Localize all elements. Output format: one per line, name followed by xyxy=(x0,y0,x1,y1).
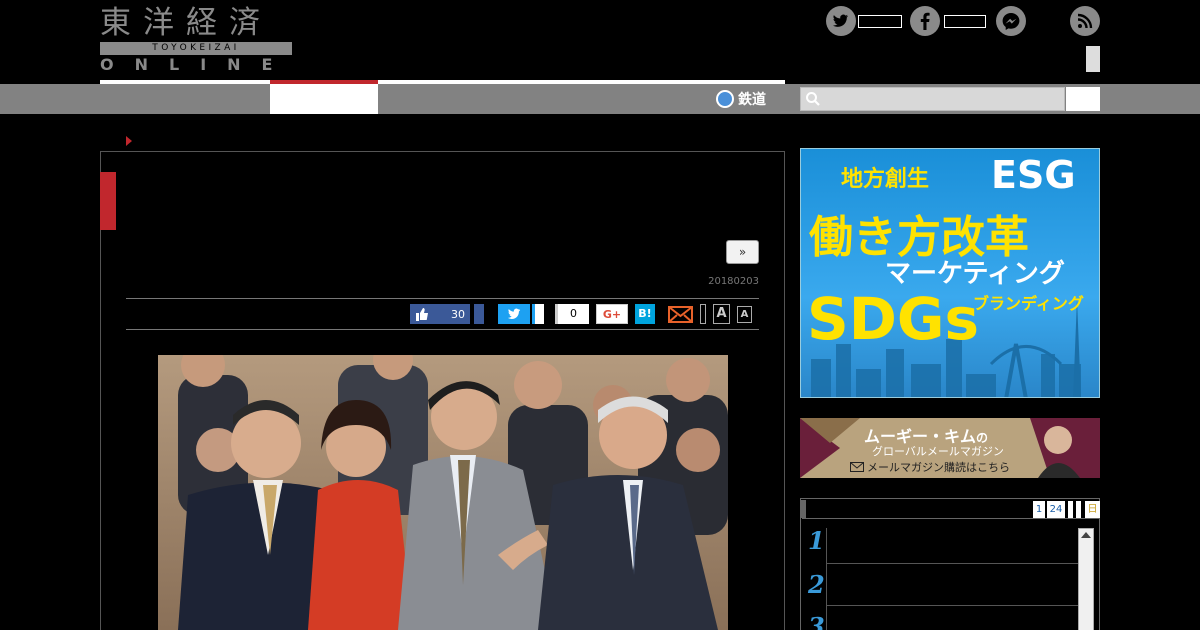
ranking-separator xyxy=(826,528,827,630)
logo-online: ONLINE xyxy=(100,55,294,74)
envelope-icon xyxy=(850,462,864,472)
ad-text-1: 地方創生 xyxy=(841,167,930,192)
ranking-tab-24[interactable]: 24 xyxy=(1047,501,1065,518)
rss-icon xyxy=(1070,6,1100,36)
ad-text-6: ブランディング xyxy=(973,294,1084,313)
ranking-number-3: 3 xyxy=(808,612,825,630)
search-icon xyxy=(806,92,820,106)
ranking-row-rule xyxy=(826,563,1078,564)
google-plus-button[interactable]: G+ xyxy=(596,304,628,324)
facebook-count xyxy=(944,15,986,28)
ranking-tab-3[interactable] xyxy=(1068,501,1073,518)
site-logo[interactable]: 東洋経済 TOYOKEIZAI ONLINE xyxy=(100,5,292,73)
ranking-header-rule xyxy=(802,518,1100,519)
facebook-like-button[interactable]: 30 xyxy=(410,304,470,324)
ad2-subtitle: グローバルメールマガジン xyxy=(872,445,1004,458)
print-button[interactable] xyxy=(700,304,706,324)
facebook-icon xyxy=(910,6,940,36)
messenger-icon xyxy=(996,6,1026,36)
ad-text-5: SDGs xyxy=(807,285,980,353)
newsletter-ad-banner[interactable]: ムーギー・キムの グローバルメールマガジン メールマガジン購読はこちら xyxy=(800,418,1100,478)
header-menu-button[interactable] xyxy=(1086,46,1100,72)
ranking-tab-4[interactable] xyxy=(1076,501,1081,518)
article-photo xyxy=(158,355,728,630)
pocket-count: 0 xyxy=(555,304,589,324)
nav-tab-active[interactable] xyxy=(270,84,378,114)
divider xyxy=(126,329,759,330)
search-input[interactable] xyxy=(800,87,1065,111)
hatena-bookmark-button[interactable]: B! xyxy=(635,304,655,324)
thumbs-up-icon xyxy=(416,307,428,321)
like-count: 30 xyxy=(451,307,465,321)
twitter-icon xyxy=(826,6,856,36)
twitter-icon xyxy=(507,308,521,319)
article-date: 20180203 xyxy=(708,276,759,287)
title-accent-bar xyxy=(100,172,116,230)
divider xyxy=(126,298,759,299)
ranking-number-1: 1 xyxy=(808,526,825,555)
nav-link-rail[interactable]: 鉄道 xyxy=(716,87,766,111)
nav-rail-label: 鉄道 xyxy=(738,92,766,108)
ad-text-2: ESG xyxy=(991,153,1076,197)
ranking-number-2: 2 xyxy=(808,570,825,599)
ranking-tab-1[interactable]: 1 xyxy=(1033,501,1045,518)
facebook-share-count xyxy=(474,304,484,324)
ad2-cta-label: メールマガジン購読はこちら xyxy=(867,461,1010,474)
ranking-scrollbar[interactable] xyxy=(1078,528,1094,630)
twitter-share-count xyxy=(532,304,544,324)
sidebar-ad-banner[interactable]: 地方創生 ESG 働き方改革 マーケティング SDGs ブランディング xyxy=(800,148,1100,398)
scroll-up-icon[interactable] xyxy=(1081,532,1091,538)
ad2-cta: メールマガジン購読はこちら xyxy=(850,459,1010,475)
breadcrumb-arrow-icon xyxy=(126,136,132,146)
series-more-button[interactable]: » xyxy=(726,240,759,264)
mail-icon xyxy=(668,306,693,323)
mail-share-button[interactable] xyxy=(668,304,693,324)
twitter-count xyxy=(858,15,902,28)
ranking-tab-last[interactable]: 日 xyxy=(1085,501,1100,518)
logo-romaji: TOYOKEIZAI xyxy=(100,42,292,55)
twitter-share-button[interactable] xyxy=(498,304,530,324)
train-icon xyxy=(716,90,734,108)
ranking-header-accent xyxy=(800,500,806,518)
font-size-small-button[interactable]: A xyxy=(737,306,752,323)
font-size-large-button[interactable]: A xyxy=(713,304,730,324)
search-button[interactable] xyxy=(1066,87,1100,111)
logo-kanji: 東洋経済 xyxy=(100,5,272,41)
ranking-row-rule xyxy=(826,605,1078,606)
page: 東洋経済 TOYOKEIZAI ONLINE 鉄道 » 20180203 30 … xyxy=(0,0,1200,630)
